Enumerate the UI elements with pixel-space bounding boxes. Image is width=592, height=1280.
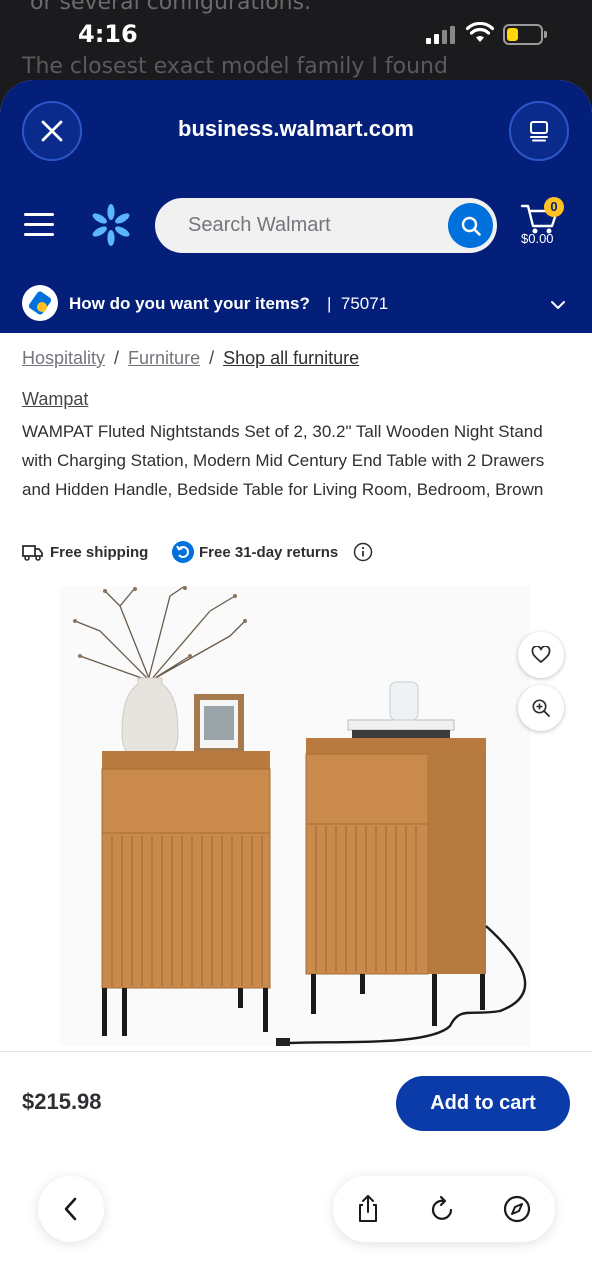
back-button[interactable]: [38, 1176, 104, 1242]
breadcrumb-separator: /: [209, 348, 215, 368]
walmart-header: business.walmart.com Search Walmart 0 $0…: [0, 80, 592, 333]
chevron-left-icon: [64, 1197, 77, 1221]
breadcrumb-separator: /: [114, 348, 120, 368]
menu-button[interactable]: [24, 213, 54, 237]
zoom-in-icon: [532, 699, 550, 717]
divider: [0, 1051, 592, 1052]
free-shipping-label: Free shipping: [50, 544, 149, 561]
zoom-button[interactable]: [518, 685, 564, 731]
tabs-icon: [530, 121, 548, 142]
add-to-cart-button[interactable]: Add to cart: [396, 1076, 570, 1131]
free-returns-label: Free 31-day returns: [199, 544, 339, 561]
fulfillment-badges: Free shipping Free 31-day returns: [22, 541, 582, 565]
status-time: 4:16: [78, 20, 138, 48]
product-title: WAMPAT Fluted Nightstands Set of 2, 30.2…: [22, 422, 545, 499]
favorite-button[interactable]: [518, 632, 564, 678]
status-bar: 4:16: [0, 0, 592, 70]
chevron-down-icon: [551, 301, 565, 309]
breadcrumb-furniture[interactable]: Furniture: [128, 348, 200, 368]
delivery-banner[interactable]: How do you want your items? | 75071: [0, 280, 592, 333]
share-icon[interactable]: [352, 1193, 384, 1225]
wifi-icon: [466, 22, 494, 42]
delivery-zip: | 75071: [327, 294, 388, 314]
breadcrumb: Hospitality / Furniture / Shop all furniture: [22, 348, 359, 369]
product-price: $215.98: [22, 1089, 102, 1114]
breadcrumb-shop-all-furniture[interactable]: Shop all furniture: [223, 348, 359, 368]
page-url: business.walmart.com: [178, 116, 414, 141]
search-input[interactable]: Search Walmart: [188, 214, 331, 237]
browser-sheet: business.walmart.com Search Walmart 0 $0…: [0, 80, 592, 1280]
delivery-prompt: How do you want your items?: [69, 294, 310, 313]
reload-icon[interactable]: [427, 1193, 459, 1225]
returns-icon: [172, 541, 194, 563]
cellular-signal-icon: [426, 26, 456, 44]
walmart-spark-logo[interactable]: [90, 204, 132, 246]
search-bar[interactable]: Search Walmart: [155, 198, 497, 253]
cart-total: $0.00: [521, 231, 554, 246]
delivery-options-icon: [22, 285, 58, 321]
zip-code: 75071: [340, 294, 389, 313]
heart-icon: [531, 646, 551, 663]
battery-icon: [503, 24, 543, 45]
compass-icon[interactable]: [501, 1193, 533, 1225]
search-button[interactable]: [448, 203, 493, 248]
truck-icon: [22, 545, 43, 561]
search-icon: [461, 216, 481, 236]
info-icon[interactable]: [353, 542, 373, 562]
product-image[interactable]: [60, 586, 530, 1046]
breadcrumb-hospitality[interactable]: Hospitality: [22, 348, 105, 368]
browser-actions: [333, 1176, 555, 1242]
tab-switcher-button[interactable]: [509, 101, 569, 161]
delivery-separator: |: [327, 294, 332, 313]
brand-link[interactable]: Wampat: [22, 389, 88, 410]
cart-count-badge: 0: [544, 197, 564, 217]
